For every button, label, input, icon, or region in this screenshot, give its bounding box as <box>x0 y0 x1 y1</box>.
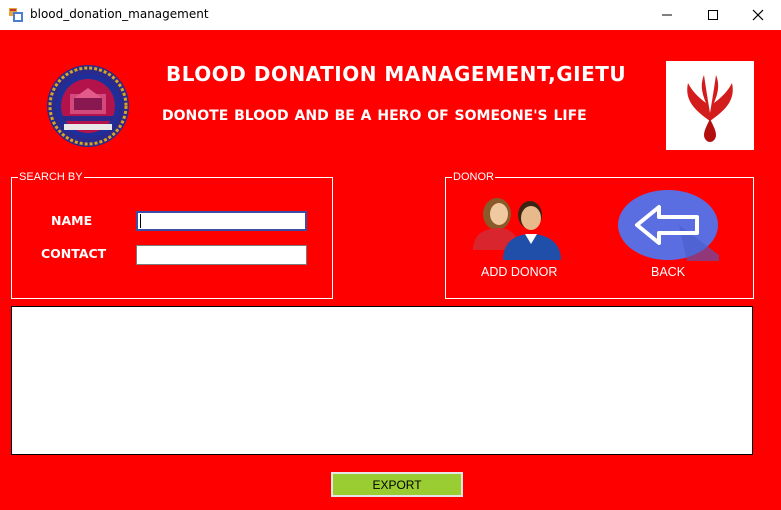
close-button[interactable] <box>735 0 781 30</box>
export-label: EXPORT <box>372 477 422 492</box>
maximize-button[interactable] <box>690 0 736 30</box>
minimize-icon <box>662 14 672 16</box>
page-subtitle: DONOTE BLOOD AND BE A HERO OF SOMEONE'S … <box>162 108 587 124</box>
back-label: BACK <box>651 265 686 279</box>
contact-input[interactable] <box>136 245 307 265</box>
name-label: NAME <box>51 213 93 228</box>
donor-legend: DONOR <box>453 171 494 183</box>
back-button[interactable] <box>617 189 719 261</box>
name-input[interactable] <box>136 211 307 231</box>
search-legend: SEARCH BY <box>19 171 83 183</box>
people-icon <box>473 198 561 260</box>
page-title: BLOOD DONATION MANAGEMENT,GIETU <box>166 62 627 86</box>
search-groupbox: SEARCH BY <box>11 171 333 299</box>
blood-drop-hands-icon <box>687 75 733 142</box>
contact-label: CONTACT <box>41 246 107 261</box>
university-seal-logo <box>47 65 129 147</box>
title-bar: blood_donation_management <box>0 0 781 30</box>
minimize-button[interactable] <box>644 0 690 30</box>
add-donor-label: ADD DONOR <box>481 265 558 279</box>
maximize-icon <box>708 10 718 20</box>
close-icon <box>752 9 764 21</box>
donor-results-grid[interactable] <box>11 306 753 455</box>
arrow-left-icon <box>618 190 719 261</box>
windows-form-icon <box>9 8 23 22</box>
window-title: blood_donation_management <box>30 7 209 21</box>
blood-drop-hands-logo <box>666 61 754 150</box>
text-caret <box>140 214 141 228</box>
export-button[interactable]: EXPORT <box>331 472 463 497</box>
